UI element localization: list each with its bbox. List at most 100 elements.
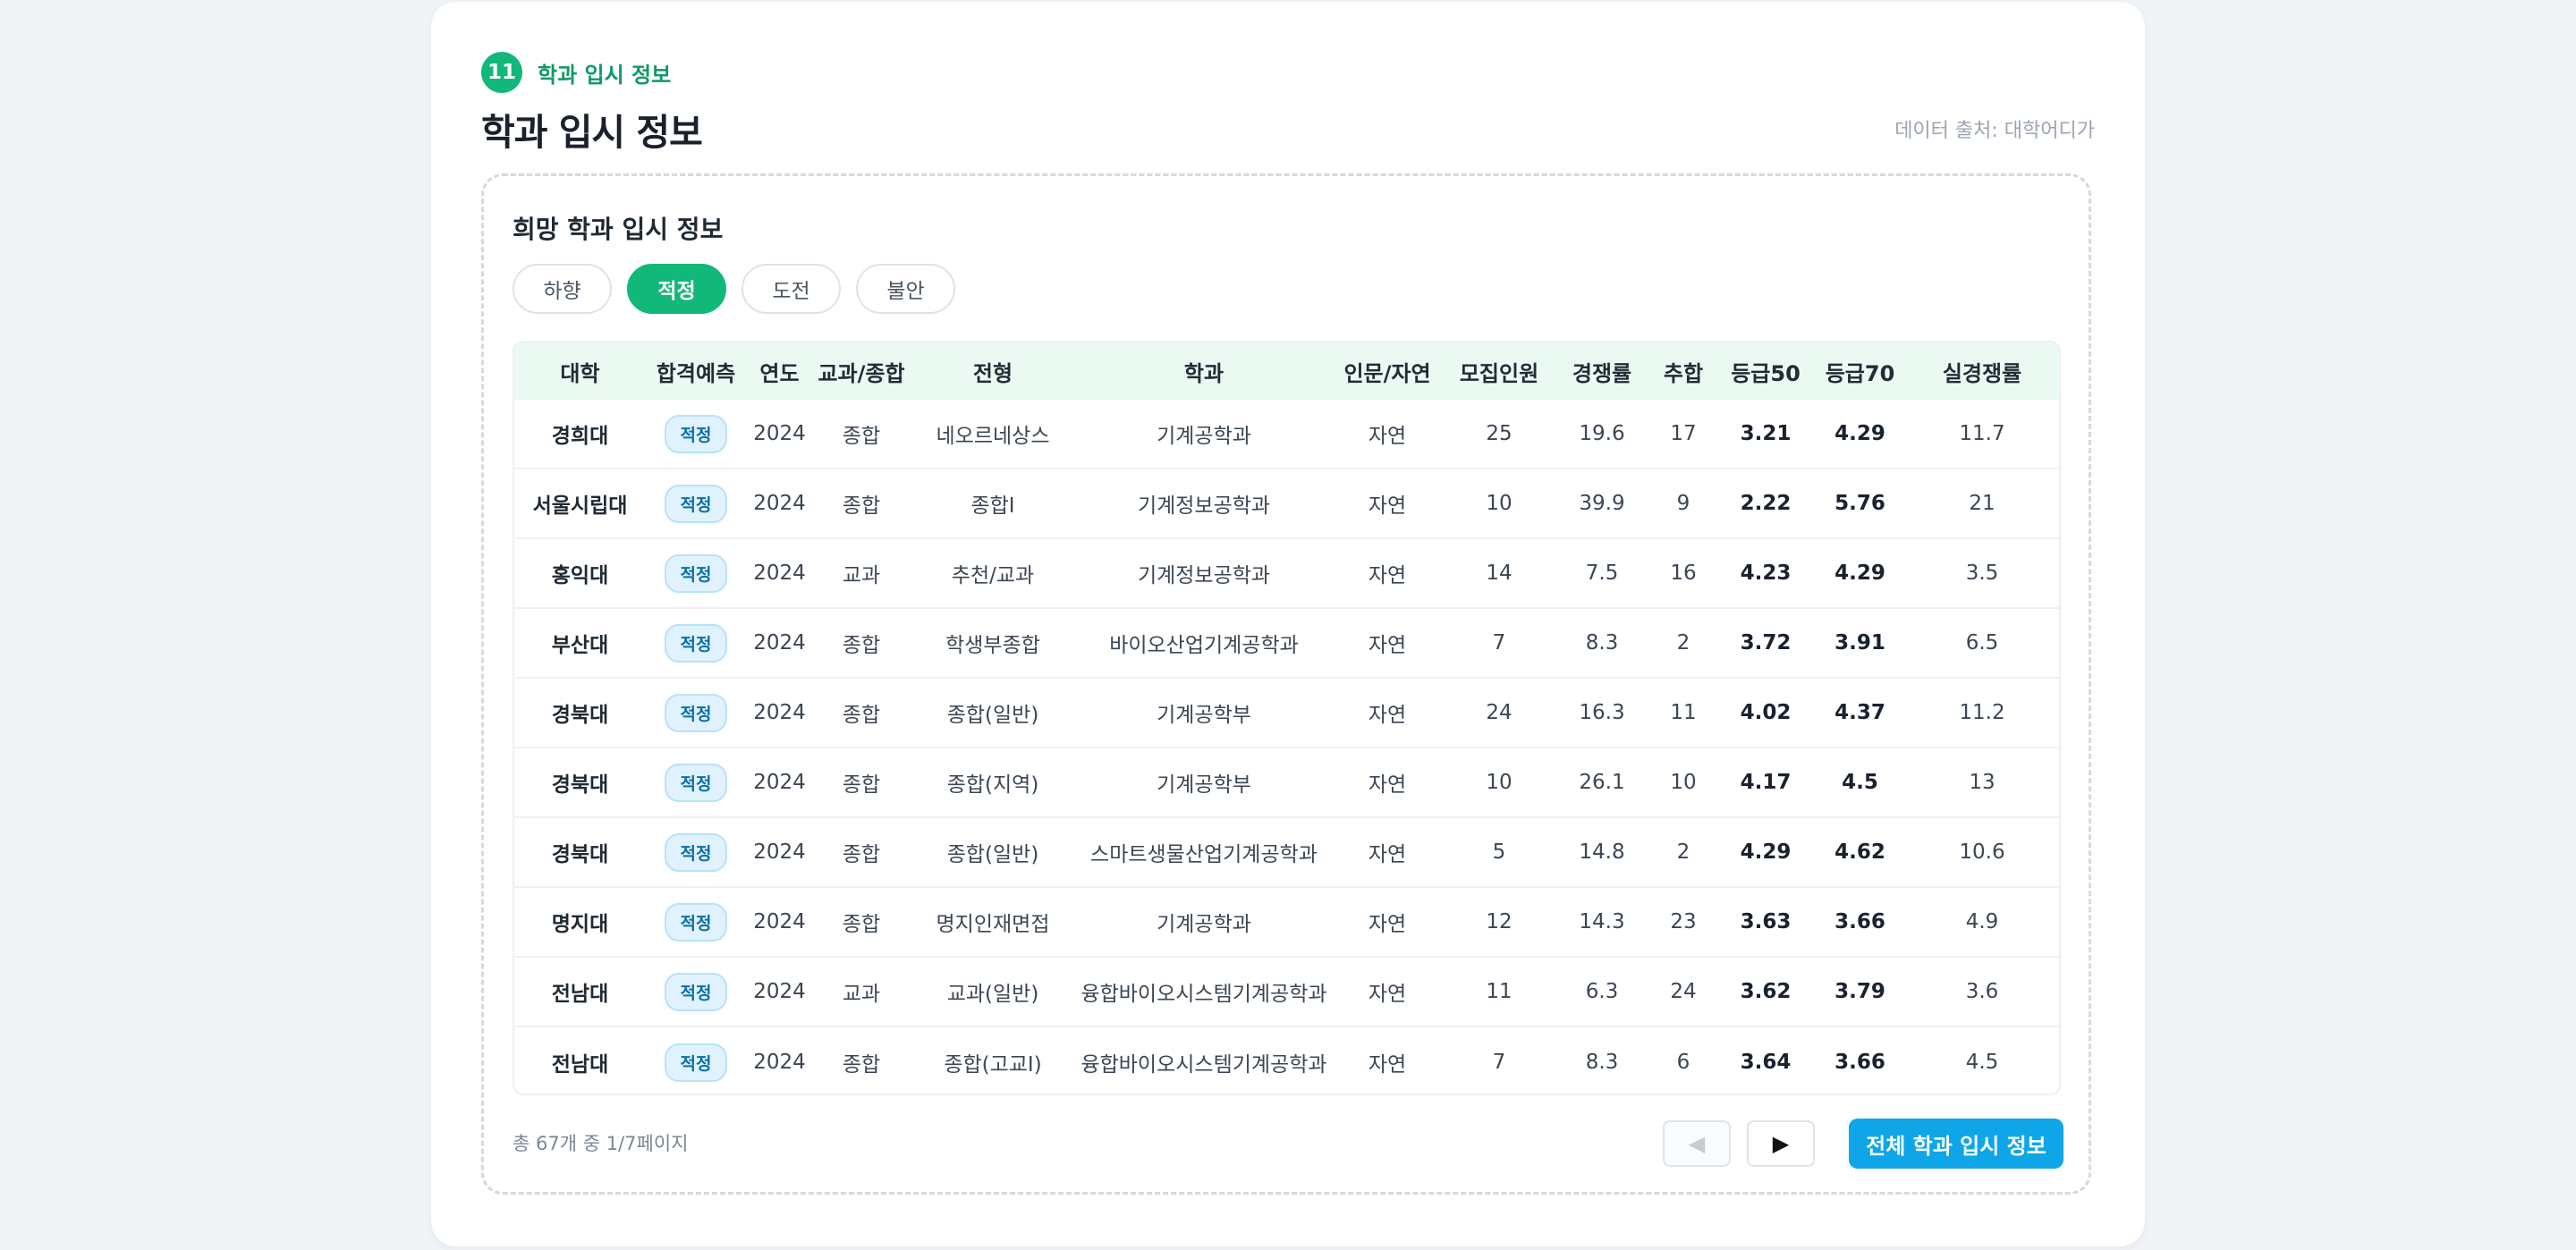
prediction-cell: 적정 <box>646 553 746 593</box>
table-cell: 기계정보공학과 <box>1137 564 1271 587</box>
table-cell: 2024 <box>753 980 806 1003</box>
column-header: 합격예측 <box>656 360 736 386</box>
table-cell: 종합(지역) <box>946 773 1039 797</box>
table-cell: 3.91 <box>1835 631 1885 655</box>
table-cell: 종합 <box>842 634 881 657</box>
table-cell: 11 <box>1670 701 1697 724</box>
table-cell: 11.2 <box>1959 701 2005 724</box>
table-cell: 종합 <box>842 773 881 797</box>
chevron-right-icon: ▶ <box>1772 1131 1790 1156</box>
table-cell: 학생부종합 <box>945 634 1040 657</box>
table-cell: 3.66 <box>1835 910 1885 933</box>
table-cell: 자연 <box>1368 704 1407 727</box>
table-row: 경희대 적정 2024 종합 네오르네상스 기계공학과 자연 25 19.6 17 3.21 4.29… <box>514 400 2059 469</box>
table-cell: 2024 <box>753 701 806 724</box>
table-cell: 4.29 <box>1740 840 1792 864</box>
table-cell: 자연 <box>1368 773 1407 797</box>
table-cell: 4.5 <box>1842 771 1878 794</box>
table-row: 부산대 적정 2024 종합 학생부종합 바이오산업기계공학과 자연 7 8.3 2 3.72 3.9… <box>514 609 2059 679</box>
table-cell: 자연 <box>1368 983 1407 1006</box>
table-cell: 종합 <box>842 843 881 866</box>
table-cell: 자연 <box>1368 843 1407 866</box>
prev-page-button[interactable]: ◀ <box>1663 1120 1731 1167</box>
table-cell: 2024 <box>753 771 806 794</box>
column-header: 학과 <box>1183 360 1224 386</box>
table-cell: 자연 <box>1368 634 1407 657</box>
prediction-badge: 적정 <box>664 763 728 802</box>
table-cell: 19.6 <box>1579 422 1625 445</box>
table-cell: 17 <box>1670 422 1697 445</box>
table-cell: 4.23 <box>1740 562 1792 585</box>
tab-appropriate[interactable]: 적정 <box>627 264 726 314</box>
prediction-cell: 적정 <box>646 1043 746 1082</box>
column-header: 연도 <box>759 360 800 386</box>
column-header: 추합 <box>1663 360 1704 386</box>
table-cell: 3.63 <box>1740 910 1792 933</box>
column-header: 경쟁률 <box>1572 360 1632 386</box>
table-cell: 전남대 <box>551 1053 609 1077</box>
tab-lower[interactable]: 하향 <box>513 264 612 314</box>
table-row: 서울시립대 적정 2024 종합 종합Ⅰ 기계정보공학과 자연 10 39.9 9 2.22 5.76… <box>514 469 2059 539</box>
table-cell: 2 <box>1676 840 1690 864</box>
table-cell: 부산대 <box>551 634 609 657</box>
next-page-button[interactable]: ▶ <box>1747 1120 1815 1167</box>
table-cell: 10 <box>1486 771 1513 794</box>
table-cell: 3.64 <box>1740 1051 1792 1074</box>
column-header: 전형 <box>972 360 1013 386</box>
table-cell: 7 <box>1492 1051 1506 1074</box>
table-cell: 자연 <box>1368 564 1407 587</box>
table-cell: 홍익대 <box>551 564 609 587</box>
table-row: 전남대 적정 2024 종합 종합(고교Ⅰ) 융합바이오시스템기계공학과 자연 7 8.3 6 3.… <box>514 1027 2059 1094</box>
table-cell: 14 <box>1486 562 1513 585</box>
tab-risky[interactable]: 불안 <box>856 264 955 314</box>
table-cell: 2024 <box>753 562 806 585</box>
table-cell: 6.3 <box>1585 980 1619 1003</box>
table-cell: 3.5 <box>1965 562 1999 585</box>
prediction-cell: 적정 <box>646 832 746 872</box>
table-cell: 2024 <box>753 1051 806 1074</box>
table-cell: 교과(일반) <box>946 983 1039 1006</box>
table-cell: 21 <box>1969 492 1996 515</box>
prediction-cell: 적정 <box>646 484 746 523</box>
table-cell: 기계공학부 <box>1157 704 1251 727</box>
prediction-badge: 적정 <box>664 553 728 593</box>
prediction-badge: 적정 <box>664 623 728 663</box>
table-cell: 종합(일반) <box>946 843 1039 866</box>
table-cell: 10.6 <box>1959 840 2005 864</box>
table-cell: 교과 <box>842 564 881 587</box>
table-cell: 2024 <box>753 422 806 445</box>
table-cell: 자연 <box>1368 913 1407 936</box>
tab-challenge[interactable]: 도전 <box>741 264 841 314</box>
table-cell: 전남대 <box>551 983 609 1006</box>
table-cell: 16.3 <box>1579 701 1625 724</box>
page-title: 학과 입시 정보 <box>481 111 703 154</box>
table-cell: 융합바이오시스템기계공학과 <box>1080 983 1327 1006</box>
table-cell: 경북대 <box>551 843 609 866</box>
all-admission-info-button[interactable]: 전체 학과 입시 정보 <box>1849 1119 2063 1169</box>
table-cell: 10 <box>1670 771 1697 794</box>
chevron-left-icon: ◀ <box>1688 1131 1706 1156</box>
column-header: 인문/자연 <box>1343 360 1431 386</box>
prediction-cell: 적정 <box>646 763 746 802</box>
table-cell: 6.5 <box>1965 631 1999 655</box>
column-header: 교과/종합 <box>818 360 905 386</box>
panel-title: 희망 학과 입시 정보 <box>513 215 724 244</box>
table-cell: 종합Ⅰ <box>970 494 1015 518</box>
table-cell: 기계공학과 <box>1157 913 1251 936</box>
table-cell: 경희대 <box>551 425 609 448</box>
column-header: 등급70 <box>1825 360 1895 386</box>
table-cell: 3.62 <box>1740 980 1792 1003</box>
table-header-row: 대학 합격예측 연도 교과/종합 전형 학과 인문/자연 모집인원 경쟁률 추합 등급50 등급70 실… <box>514 342 2059 400</box>
table-cell: 기계공학부 <box>1157 773 1251 797</box>
table-cell: 종합(일반) <box>946 704 1039 727</box>
table-cell: 10 <box>1486 492 1513 515</box>
table-cell: 5.76 <box>1835 492 1885 515</box>
table-cell: 4.29 <box>1835 422 1885 445</box>
table-cell: 종합(고교Ⅰ) <box>944 1053 1042 1077</box>
table-cell: 2024 <box>753 910 806 933</box>
table-cell: 4.9 <box>1965 910 1999 933</box>
prediction-badge: 적정 <box>664 902 728 942</box>
table-cell: 16 <box>1670 562 1697 585</box>
table-cell: 스마트생물산업기계공학과 <box>1090 843 1318 866</box>
table-cell: 11.7 <box>1959 422 2005 445</box>
